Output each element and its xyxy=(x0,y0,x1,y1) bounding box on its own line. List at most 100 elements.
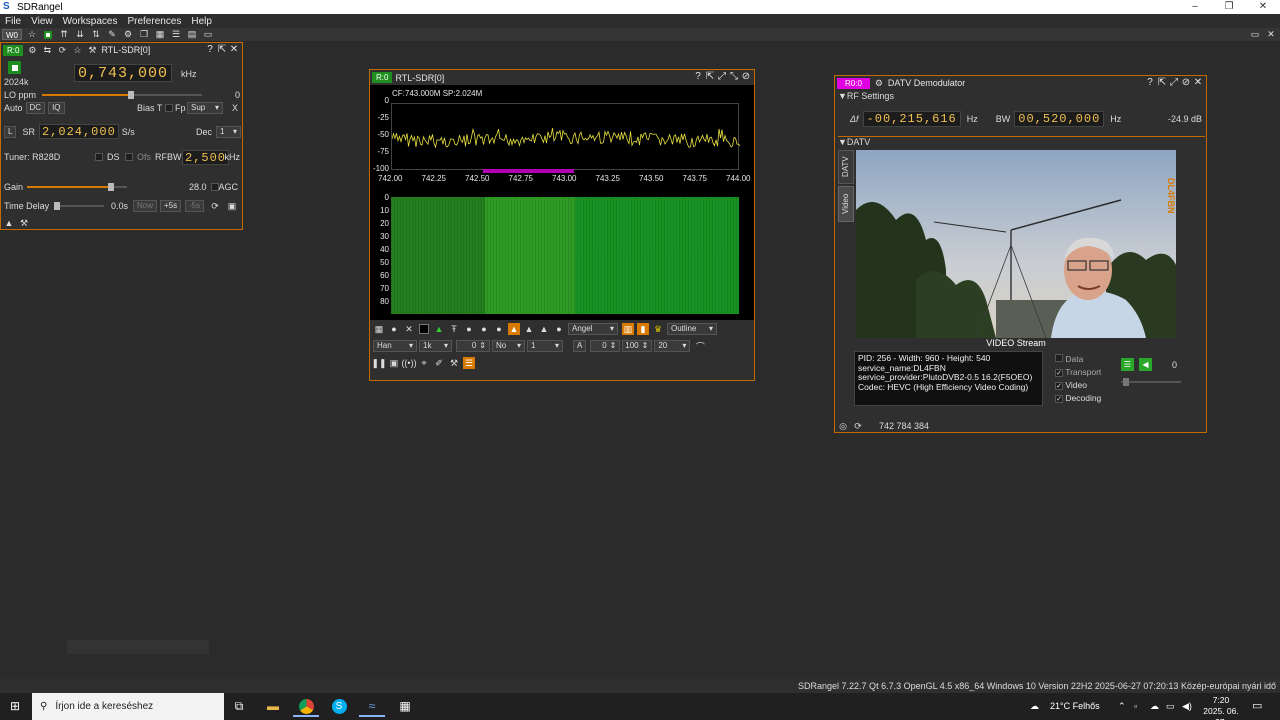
calibration-icon[interactable]: ✐ xyxy=(433,357,445,369)
notifications-icon[interactable]: ▭ xyxy=(1252,693,1262,720)
chrome-icon[interactable] xyxy=(293,696,319,717)
plus-5s-button[interactable]: +5s xyxy=(160,200,182,212)
skype-icon[interactable]: S xyxy=(326,696,352,717)
decimation-select[interactable]: 1 ▾ xyxy=(216,125,241,138)
maximize-icon[interactable]: ⤢ xyxy=(1168,77,1180,89)
restore-icon[interactable]: ❐ xyxy=(1212,0,1246,14)
range-spinbox[interactable]: 100 ⇕ xyxy=(622,340,653,352)
close-window-icon[interactable]: ✕ xyxy=(228,44,240,56)
add-feature-icon[interactable]: ✎ xyxy=(105,29,119,41)
spectrum-plot[interactable] xyxy=(391,103,741,170)
rfbw-input[interactable]: 2,500 xyxy=(182,149,230,165)
decay-icon[interactable]: ● xyxy=(478,323,490,335)
fill-mode-select[interactable]: Outline ▾ xyxy=(667,323,717,335)
bias-t-checkbox[interactable] xyxy=(165,104,173,112)
volume-slider[interactable] xyxy=(1121,378,1181,386)
help-icon[interactable]: ? xyxy=(1144,77,1156,89)
audio-mute-icon[interactable]: ◀ xyxy=(1139,358,1152,371)
channel-tools-icon[interactable]: ⚒ xyxy=(18,217,30,229)
gradient-icon[interactable]: ● xyxy=(553,323,565,335)
hide-icon[interactable]: ⊘ xyxy=(740,71,752,83)
averaging-mode-select[interactable]: No ▾ xyxy=(492,340,525,352)
minus-5s-button[interactable]: -5s xyxy=(185,200,205,212)
rf-settings-section[interactable]: ▼ RF Settings xyxy=(838,91,894,101)
file-explorer-icon[interactable]: ▬ xyxy=(260,696,286,717)
save-spectrum-icon[interactable]: ▣ xyxy=(388,357,400,369)
waterfall-icon[interactable]: ▥ xyxy=(622,323,634,335)
log-scale-icon[interactable]: ⌒ xyxy=(694,340,706,352)
decay-divisor-icon[interactable]: ● xyxy=(493,323,505,335)
save-icon[interactable]: ▣ xyxy=(226,200,238,212)
preset-star-icon[interactable]: ☆ xyxy=(71,44,83,56)
run-icon[interactable] xyxy=(41,29,55,41)
add-mimo-device-icon[interactable]: ⇅ xyxy=(89,29,103,41)
help-icon[interactable]: ? xyxy=(692,71,704,83)
record-icon[interactable]: ◎ xyxy=(837,420,849,432)
hide-icon[interactable]: ⊘ xyxy=(1180,77,1192,89)
start-stop-button[interactable] xyxy=(8,61,21,74)
fullscreen-icon[interactable]: ⤡ xyxy=(728,71,740,83)
menu-workspaces[interactable]: Workspaces xyxy=(58,16,123,27)
gain-slider[interactable] xyxy=(27,183,127,191)
delta-frequency-input[interactable]: -00,215,616 xyxy=(862,111,961,127)
averaging-select[interactable]: 1 ▾ xyxy=(527,340,563,352)
player-menu-icon[interactable]: ☰ xyxy=(1121,358,1134,371)
sample-rate-input[interactable]: 2,024,000 xyxy=(38,124,119,139)
gear-icon[interactable]: ⚙ xyxy=(26,44,38,56)
minimize-icon[interactable]: – xyxy=(1178,0,1212,14)
float-workspace-icon[interactable]: ▭ xyxy=(1248,29,1262,41)
network-icon[interactable]: ▭ xyxy=(1166,693,1175,720)
ref-level-spinbox[interactable]: 0 ⇕ xyxy=(590,340,621,352)
add-tx-device-icon[interactable]: ⇊ xyxy=(73,29,87,41)
markers-icon[interactable]: ⌖ xyxy=(418,357,430,369)
channel-marker[interactable] xyxy=(483,169,574,173)
close-workspace-icon[interactable]: ✕ xyxy=(1264,29,1278,41)
snap-windows-icon[interactable]: ▭ xyxy=(201,29,215,41)
clear-icon[interactable]: ✕ xyxy=(403,323,415,335)
cascade-windows-icon[interactable]: ❐ xyxy=(137,29,151,41)
menu-preferences[interactable]: Preferences xyxy=(122,16,186,27)
workspace-badge[interactable]: W0 xyxy=(2,29,22,40)
sdrangel-taskbar-icon[interactable]: ≈ xyxy=(359,696,385,717)
stack-windows-icon[interactable]: ☰ xyxy=(169,29,183,41)
reload-icon[interactable]: ⟳ xyxy=(56,44,68,56)
gear-icon[interactable]: ⚙ xyxy=(873,77,885,89)
overlap-spinbox[interactable]: 0 ⇕ xyxy=(456,340,490,352)
feature-settings-icon[interactable]: ⚙ xyxy=(121,29,135,41)
iq-button[interactable]: IQ xyxy=(48,102,65,114)
refresh-icon[interactable]: ⟳ xyxy=(852,420,864,432)
center-frequency-display[interactable]: 0,743,000 xyxy=(74,64,173,82)
rx-spectrum-icon[interactable]: ▲ xyxy=(3,217,15,229)
task-view-icon[interactable]: ⧉ xyxy=(226,696,252,717)
fps-select[interactable]: 20 ▾ xyxy=(654,340,691,352)
clock[interactable]: 7:20 2025. 06. 27. xyxy=(1198,695,1244,720)
l-button[interactable]: L xyxy=(4,125,17,138)
dc-button[interactable]: DC xyxy=(25,102,46,114)
move-to-workspace-icon[interactable]: ⇱ xyxy=(216,44,228,56)
move-to-workspace-icon[interactable]: ⇱ xyxy=(1156,77,1168,89)
menu-file[interactable]: File xyxy=(0,16,26,27)
grid-icon[interactable]: ▦ xyxy=(373,323,385,335)
min-hold-icon[interactable]: ▲ xyxy=(538,323,550,335)
trace-intensity-icon[interactable]: ● xyxy=(463,323,475,335)
ofs-checkbox[interactable] xyxy=(125,153,133,161)
show-hidden-icons-icon[interactable]: ⌃ xyxy=(1118,693,1126,720)
max-hold-icon[interactable]: ▲ xyxy=(508,323,520,335)
bandwidth-input[interactable]: 00,520,000 xyxy=(1014,111,1105,127)
start-icon[interactable]: ⊞ xyxy=(2,696,28,717)
move-to-workspace-icon[interactable]: ⇱ xyxy=(704,71,716,83)
pause-icon[interactable]: ❚❚ xyxy=(371,357,386,369)
x-toggle[interactable]: X xyxy=(232,103,238,113)
tab-video[interactable]: Video xyxy=(838,186,854,222)
menu-help[interactable]: Help xyxy=(186,16,217,27)
ds-checkbox[interactable] xyxy=(95,153,103,161)
spectrum-display[interactable]: CF:743.000M SP:2.024M 0 -25 -50 -75 -100 742.… xyxy=(370,85,754,320)
star-icon[interactable]: ☆ xyxy=(25,29,39,41)
settings-list-icon[interactable]: ☰ xyxy=(463,357,475,369)
volume-icon[interactable]: ◀) xyxy=(1182,693,1192,720)
antenna-icon[interactable]: Ŧ xyxy=(448,323,460,335)
palette-select[interactable]: Angel ▾ xyxy=(568,323,618,335)
weather-text[interactable]: 21°C Felhős xyxy=(1050,693,1100,720)
trophy-icon[interactable]: ♛ xyxy=(652,323,664,335)
app-tray-icon[interactable]: ▫ xyxy=(1134,693,1137,720)
